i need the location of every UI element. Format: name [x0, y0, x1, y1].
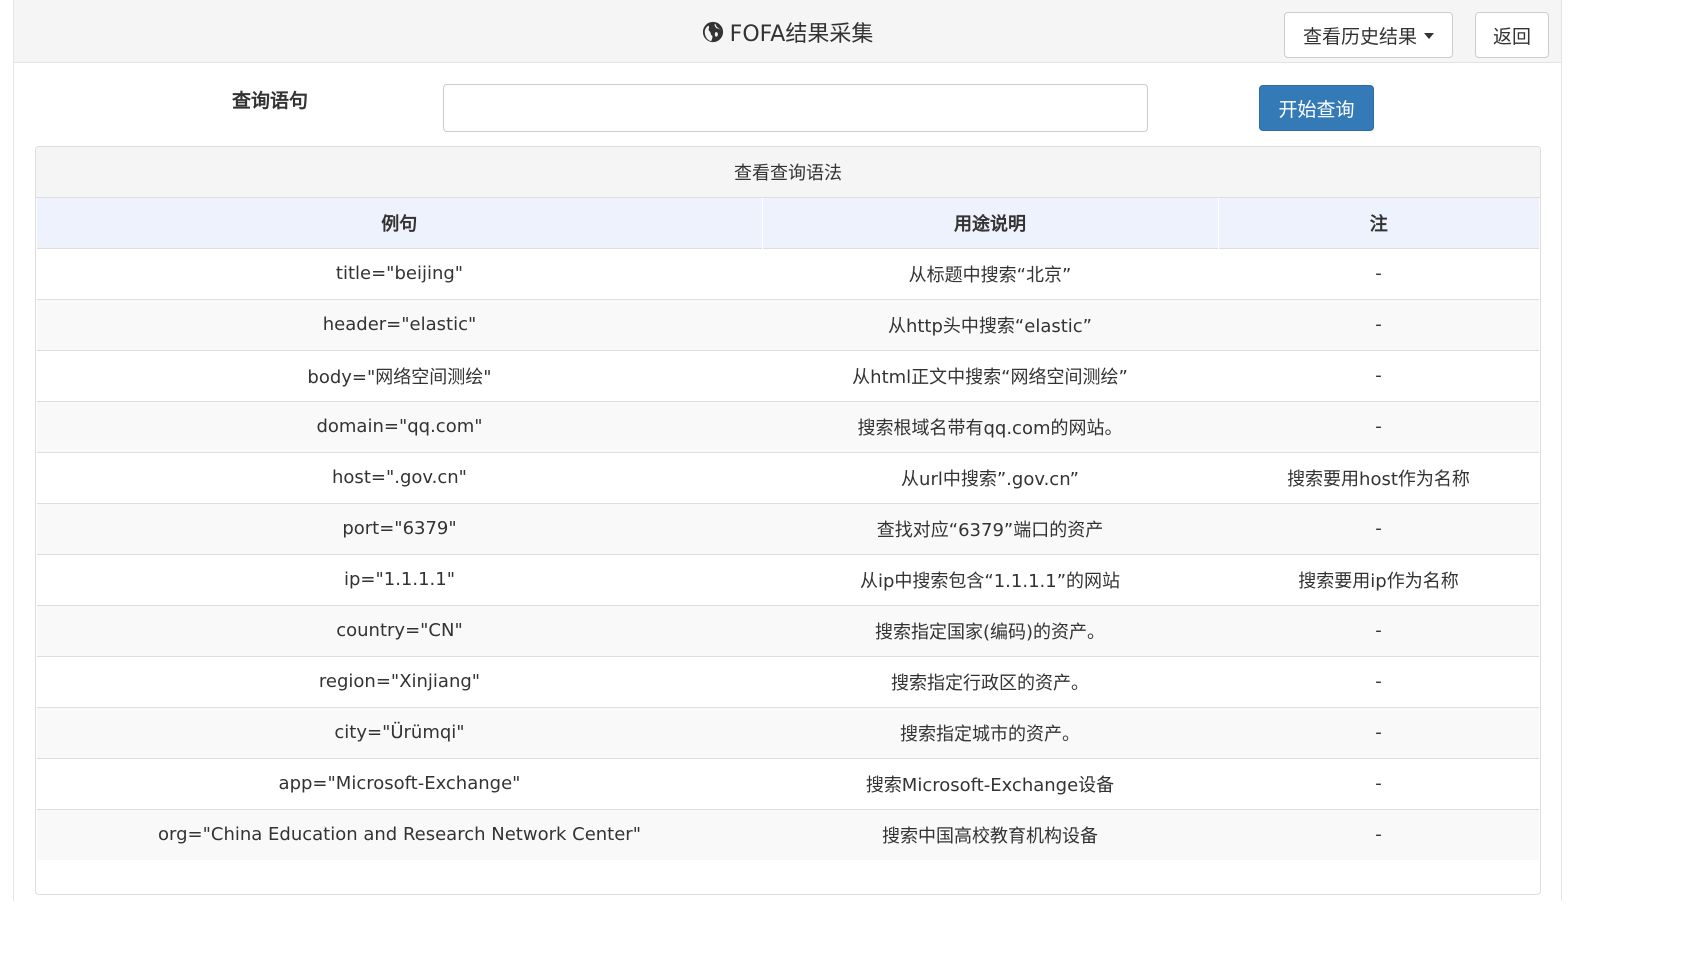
syntax-panel-title: 查看查询语法	[734, 163, 842, 184]
table-row: app="Microsoft-Exchange" 搜索Microsoft-Exc…	[37, 757, 1539, 809]
table-row: region="Xinjiang" 搜索指定行政区的资产。 -	[37, 655, 1539, 707]
syntax-table: 例句 用途说明 注 title="beijing" 从标题中搜索“北京” - h…	[37, 198, 1539, 860]
description-cell: 搜索指定国家(编码)的资产。	[762, 604, 1218, 656]
example-cell: body="网络空间测绘"	[37, 349, 762, 401]
table-row: org="China Education and Research Networ…	[37, 808, 1539, 860]
description-cell: 搜索指定行政区的资产。	[762, 655, 1218, 707]
note-cell: -	[1218, 400, 1539, 452]
description-cell: 搜索根域名带有qq.com的网站。	[762, 400, 1218, 452]
description-cell: 搜索指定城市的资产。	[762, 706, 1218, 758]
example-cell: ip="1.1.1.1"	[37, 553, 762, 605]
note-cell: -	[1218, 604, 1539, 656]
note-cell: -	[1218, 706, 1539, 758]
example-cell: org="China Education and Research Networ…	[37, 808, 762, 860]
table-row: country="CN" 搜索指定国家(编码)的资产。 -	[37, 604, 1539, 656]
example-cell: region="Xinjiang"	[37, 655, 762, 707]
table-row: ip="1.1.1.1" 从ip中搜索包含“1.1.1.1”的网站 搜索要用ip…	[37, 553, 1539, 605]
globe-icon	[702, 21, 723, 42]
description-cell: 从url中搜索”.gov.cn”	[762, 451, 1218, 503]
table-row: city="Ürümqi" 搜索指定城市的资产。 -	[37, 706, 1539, 758]
note-cell: -	[1218, 502, 1539, 554]
back-button[interactable]: 返回	[1475, 12, 1549, 58]
table-row: header="elastic" 从http头中搜索“elastic” -	[37, 298, 1539, 350]
description-cell: 搜索Microsoft-Exchange设备	[762, 757, 1218, 809]
description-cell: 搜索中国高校教育机构设备	[762, 808, 1218, 860]
back-button-label: 返回	[1492, 25, 1531, 48]
page-title-text: FOFA结果采集	[729, 21, 874, 47]
note-cell: -	[1218, 808, 1539, 860]
note-cell: -	[1218, 655, 1539, 707]
table-row: port="6379" 查找对应“6379”端口的资产 -	[37, 502, 1539, 554]
note-cell: -	[1218, 349, 1539, 401]
table-row: host=".gov.cn" 从url中搜索”.gov.cn” 搜索要用host…	[37, 451, 1539, 503]
example-cell: host=".gov.cn"	[37, 451, 762, 503]
description-cell: 从标题中搜索“北京”	[762, 247, 1218, 299]
note-cell: 搜索要用ip作为名称	[1218, 553, 1539, 605]
example-cell: port="6379"	[37, 502, 762, 554]
table-header-row: 例句 用途说明 注	[37, 198, 1539, 248]
note-cell: -	[1218, 247, 1539, 299]
example-cell: title="beijing"	[37, 247, 762, 299]
table-row: domain="qq.com" 搜索根域名带有qq.com的网站。 -	[37, 400, 1539, 452]
page-container: FOFA结果采集 查看历史结果 返回 查询语句 开始查询 查看查询语法 例句 用…	[13, 0, 1562, 901]
column-header-example: 例句	[37, 198, 763, 248]
description-cell: 从ip中搜索包含“1.1.1.1”的网站	[762, 553, 1218, 605]
caret-down-icon	[1424, 33, 1434, 39]
description-cell: 从http头中搜索“elastic”	[762, 298, 1218, 350]
example-cell: country="CN"	[37, 604, 762, 656]
example-cell: app="Microsoft-Exchange"	[37, 757, 762, 809]
table-row: title="beijing" 从标题中搜索“北京” -	[37, 247, 1539, 299]
page-header: FOFA结果采集 查看历史结果 返回	[14, 0, 1561, 63]
column-header-description: 用途说明	[762, 198, 1219, 248]
start-query-button[interactable]: 开始查询	[1259, 85, 1374, 131]
example-cell: header="elastic"	[37, 298, 762, 350]
query-label: 查询语句	[232, 90, 309, 112]
column-header-note: 注	[1218, 198, 1539, 248]
history-results-label: 查看历史结果	[1302, 25, 1417, 48]
description-cell: 从html正文中搜索“网络空间测绘”	[762, 349, 1218, 401]
table-row: body="网络空间测绘" 从html正文中搜索“网络空间测绘” -	[37, 349, 1539, 401]
start-query-label: 开始查询	[1278, 98, 1355, 121]
history-results-dropdown[interactable]: 查看历史结果	[1284, 12, 1453, 58]
example-cell: domain="qq.com"	[37, 400, 762, 452]
query-input[interactable]	[443, 84, 1148, 132]
syntax-panel: 查看查询语法 例句 用途说明 注 title="beijing" 从标题中搜索“…	[35, 146, 1541, 895]
description-cell: 查找对应“6379”端口的资产	[762, 502, 1218, 554]
note-cell: -	[1218, 757, 1539, 809]
note-cell: -	[1218, 298, 1539, 350]
example-cell: city="Ürümqi"	[37, 706, 762, 758]
syntax-panel-heading[interactable]: 查看查询语法	[36, 147, 1540, 198]
note-cell: 搜索要用host作为名称	[1218, 451, 1539, 503]
